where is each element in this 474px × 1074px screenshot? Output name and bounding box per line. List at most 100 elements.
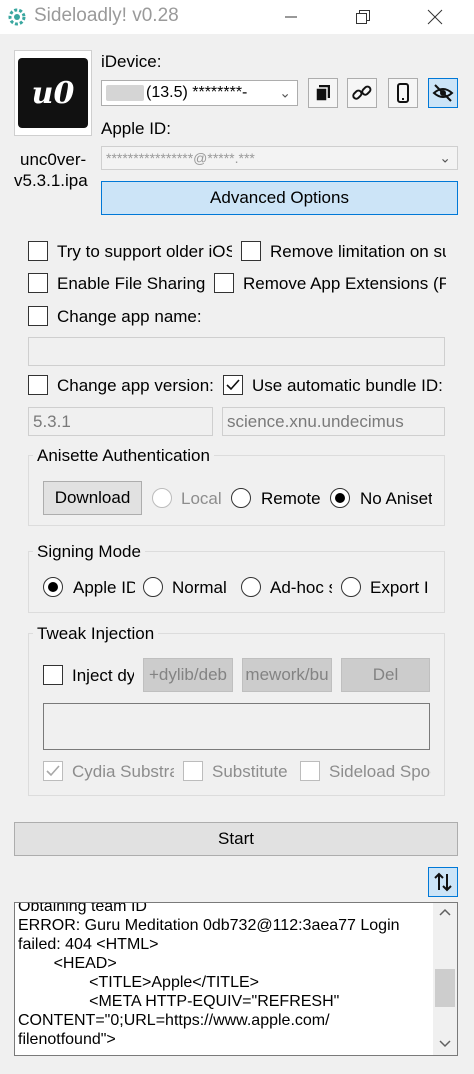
cydia-substrate-checkbox[interactable] xyxy=(43,761,63,781)
idevice-value: (13.5) ********- xyxy=(146,84,248,101)
chevron-down-icon: ⌄ xyxy=(439,149,451,166)
signing-apple-id-label: Apple ID xyxy=(73,578,135,597)
remove-limitation-checkbox[interactable] xyxy=(241,241,261,261)
start-button[interactable]: Start xyxy=(14,822,458,856)
change-name-label: Change app name: xyxy=(57,307,202,326)
signing-export-radio[interactable] xyxy=(341,577,361,597)
link-button[interactable] xyxy=(347,78,377,108)
log-line: <META HTTP-EQUIV="REFRESH" xyxy=(18,993,340,1010)
log-line: failed: 404 <HTML> xyxy=(18,936,159,953)
sideload-spoofer-label: Sideload Spoo xyxy=(329,762,431,781)
close-button[interactable] xyxy=(412,0,458,34)
inject-dylibs-checkbox[interactable] xyxy=(43,665,63,685)
app-name-input[interactable] xyxy=(28,337,445,366)
signing-title: Signing Mode xyxy=(33,542,145,562)
start-label: Start xyxy=(218,829,254,848)
apple-id-value: ****************@*****.*** xyxy=(106,150,255,166)
log-sort-button[interactable] xyxy=(428,867,458,897)
checkmark-icon xyxy=(46,765,60,777)
log-scrollbar[interactable] xyxy=(433,903,457,1055)
log-line: Obtaining team ID xyxy=(18,902,147,915)
signing-normal-radio[interactable] xyxy=(143,577,163,597)
anisette-title: Anisette Authentication xyxy=(33,446,214,466)
cydia-substrate-label: Cydia Substra xyxy=(72,762,174,781)
window-title: Sideloadly! v0.28 xyxy=(34,5,179,26)
scroll-down-icon[interactable] xyxy=(439,1039,451,1049)
hide-info-button[interactable] xyxy=(428,78,458,108)
maximize-icon xyxy=(356,10,370,24)
idevice-dropdown[interactable]: (13.5) ********- ⌄ xyxy=(101,80,298,106)
checkmark-icon xyxy=(226,379,240,391)
older-ios-checkbox[interactable] xyxy=(28,241,48,261)
substitute-checkbox[interactable] xyxy=(183,761,203,781)
close-icon xyxy=(427,9,443,25)
signing-adhoc-label: Ad-hoc s xyxy=(270,578,332,597)
version-input[interactable]: 5.3.1 xyxy=(28,407,213,436)
advanced-options-button[interactable]: Advanced Options xyxy=(101,181,458,215)
sort-arrows-icon xyxy=(434,872,452,892)
apple-id-label: Apple ID: xyxy=(101,119,171,138)
radio-selected-dot xyxy=(48,582,58,592)
inject-dylibs-label: Inject dy xyxy=(72,666,134,685)
delete-tweak-label: Del xyxy=(372,665,399,684)
remove-limitation-label: Remove limitation on su xyxy=(270,242,446,261)
change-version-checkbox[interactable] xyxy=(28,375,48,395)
version-value: 5.3.1 xyxy=(33,411,71,431)
scrollbar-thumb[interactable] xyxy=(435,969,455,1007)
substitute-label: Substitute xyxy=(212,762,288,781)
change-name-checkbox[interactable] xyxy=(28,306,48,326)
scroll-up-icon[interactable] xyxy=(439,907,451,917)
add-dylib-label: +dylib/deb xyxy=(149,665,227,684)
device-name-redacted xyxy=(106,85,144,101)
chevron-down-icon: ⌄ xyxy=(279,84,291,101)
bundle-id-value: science.xnu.undecimus xyxy=(227,411,404,431)
ipa-name-line1: unc0ver- xyxy=(20,150,87,169)
hide-eye-icon xyxy=(432,84,454,102)
signing-export-label: Export I xyxy=(370,578,429,597)
log-output[interactable]: Obtaining team ID ERROR: Guru Meditation… xyxy=(14,902,458,1056)
tweak-title: Tweak Injection xyxy=(33,624,159,644)
copy-icon xyxy=(315,85,330,102)
signing-adhoc-radio[interactable] xyxy=(241,577,261,597)
radio-selected-dot xyxy=(335,493,345,503)
anisette-download-button[interactable]: Download xyxy=(43,481,142,515)
anisette-remote-label: Remote xyxy=(261,489,321,508)
anisette-none-radio[interactable] xyxy=(330,488,350,508)
add-dylib-button[interactable]: +dylib/deb xyxy=(143,658,233,692)
app-icon: u0 xyxy=(18,58,88,128)
copy-button[interactable] xyxy=(308,78,338,108)
delete-tweak-button[interactable]: Del xyxy=(341,658,430,692)
file-sharing-checkbox[interactable] xyxy=(28,273,48,293)
log-line: <HEAD> xyxy=(18,955,117,972)
minimize-icon xyxy=(285,16,297,18)
add-framework-label: mework/bu xyxy=(245,665,329,684)
signing-normal-label: Normal xyxy=(172,578,227,597)
anisette-local-radio[interactable] xyxy=(152,488,172,508)
device-info-button[interactable] xyxy=(388,78,418,108)
idevice-label: iDevice: xyxy=(101,52,162,71)
log-line: filenotfound"> xyxy=(18,1031,116,1048)
minimize-button[interactable] xyxy=(268,0,314,34)
advanced-options-label: Advanced Options xyxy=(210,188,349,207)
remove-extensions-checkbox[interactable] xyxy=(214,273,234,293)
maximize-button[interactable] xyxy=(340,0,386,34)
sideload-spoofer-checkbox[interactable] xyxy=(300,761,320,781)
log-line: <TITLE>Apple</TITLE> xyxy=(18,974,259,991)
auto-bundle-checkbox[interactable] xyxy=(223,375,243,395)
signing-apple-id-radio[interactable] xyxy=(43,577,63,597)
ipa-name-line2: v5.3.1.ipa xyxy=(14,171,88,190)
tweak-list[interactable] xyxy=(43,703,430,750)
log-line: CONTENT="0;URL=https://www.apple.com/ xyxy=(18,1012,330,1029)
add-framework-button[interactable]: mework/bu xyxy=(242,658,332,692)
bundle-id-input[interactable]: science.xnu.undecimus xyxy=(222,407,445,436)
change-version-label: Change app version: xyxy=(57,376,214,395)
older-ios-label: Try to support older iOS xyxy=(57,242,232,261)
link-icon xyxy=(352,85,372,100)
anisette-remote-radio[interactable] xyxy=(231,488,251,508)
sideloadly-logo-icon xyxy=(8,8,26,26)
apple-id-field[interactable]: ****************@*****.*** ⌄ xyxy=(101,146,458,170)
anisette-local-label: Local xyxy=(181,489,222,508)
anisette-download-label: Download xyxy=(54,488,131,507)
anisette-none-label: No Aniset xyxy=(360,489,432,508)
log-lines: Obtaining team ID ERROR: Guru Meditation… xyxy=(18,902,400,1049)
